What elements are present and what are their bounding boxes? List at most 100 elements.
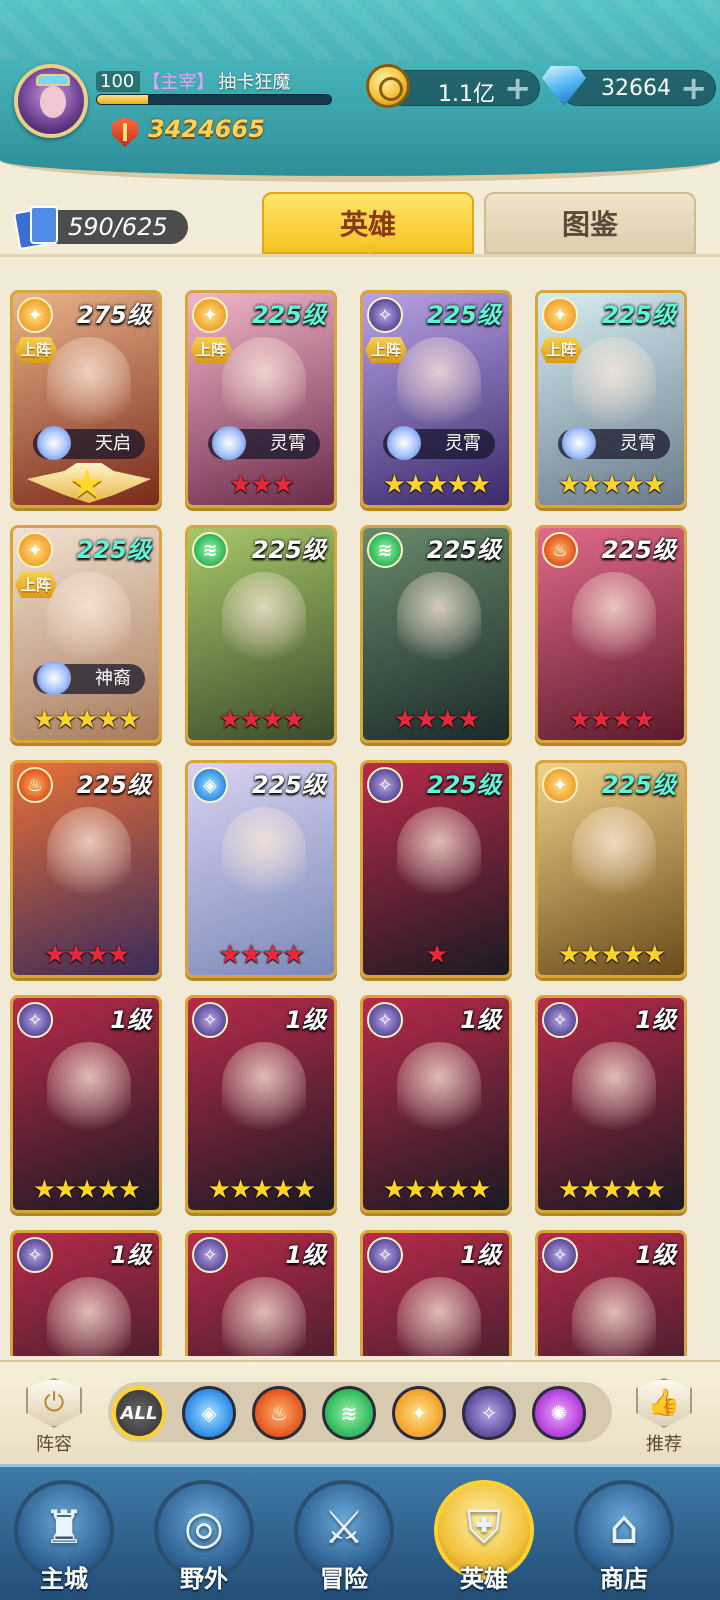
recommend-button[interactable]: 👍 推荐	[624, 1378, 704, 1456]
star-rating: ★★★★	[218, 940, 305, 970]
combat-power: 3424665	[148, 115, 265, 143]
faction-badge: 灵霄	[208, 426, 320, 460]
hero-figure	[397, 1277, 481, 1356]
hero-card[interactable]: ✦ 225级 上阵 灵霄 ★★★★★	[535, 290, 687, 508]
hero-figure	[572, 807, 656, 907]
lineup-icon: ⏻	[26, 1378, 82, 1428]
lineup-button[interactable]: ⏻ 阵容	[14, 1378, 94, 1456]
player-title: 【主宰】	[142, 72, 215, 93]
filter-light-button[interactable]: ✦	[392, 1386, 446, 1440]
hero-level: 1级	[635, 1241, 676, 1269]
nav-shop-button[interactable]: ⌂ 商店	[564, 1476, 684, 1600]
cards-icon	[12, 204, 62, 251]
filter-all-button[interactable]: ALL	[112, 1386, 166, 1440]
hero-card[interactable]: ✦ 225级 上阵 灵霄 ★★★	[185, 290, 337, 508]
hero-level: 225级	[601, 536, 676, 564]
filter-nature-button[interactable]: ≋	[322, 1386, 376, 1440]
faction-icon	[562, 426, 596, 460]
filter-water-button[interactable]: ◈	[182, 1386, 236, 1440]
star-rating: ★★★★	[218, 705, 305, 735]
hero-level: 225级	[601, 771, 676, 799]
star-rating: ★★★★★	[207, 1175, 317, 1205]
hero-level: 225级	[426, 301, 501, 329]
star-rating: ★★★★	[568, 705, 655, 735]
nav-helmet-button[interactable]: ⛨ 英雄	[424, 1476, 544, 1600]
hero-figure	[397, 572, 481, 672]
faction-label: 灵霄	[445, 433, 481, 454]
deployed-badge: 上阵	[15, 572, 57, 598]
hero-card[interactable]: ✧ 225级 ★	[360, 760, 512, 978]
add-gems-button[interactable]: +	[680, 71, 707, 105]
dark-element-icon: ✧	[542, 1002, 578, 1038]
hero-card[interactable]: ✧ 1级 ★★★★★	[10, 995, 162, 1213]
player-avatar[interactable]	[14, 64, 88, 138]
hero-figure	[397, 337, 481, 437]
nav-glyph: ⚔	[323, 1500, 365, 1554]
hero-level: 225级	[426, 536, 501, 564]
add-gold-button[interactable]: +	[504, 71, 531, 105]
filter-dark-button[interactable]: ✧	[462, 1386, 516, 1440]
hero-figure	[47, 337, 131, 437]
faction-badge: 天启	[33, 426, 145, 460]
deployed-badge: 上阵	[190, 337, 232, 363]
faction-badge: 神裔	[33, 661, 145, 695]
nav-castle-button[interactable]: ♜ 主城	[4, 1476, 124, 1600]
hero-card[interactable]: ✧ 1级	[185, 1230, 337, 1356]
hero-level: 1级	[635, 1006, 676, 1034]
hero-level: 225级	[76, 536, 151, 564]
hero-level: 275级	[76, 301, 151, 329]
hero-card[interactable]: ✧ 1级 ★★★★★	[185, 995, 337, 1213]
hero-card[interactable]: ✧ 225级 上阵 灵霄 ★★★★★	[360, 290, 512, 508]
hero-card[interactable]: ✧ 1级	[10, 1230, 162, 1356]
hero-card[interactable]: ✧ 1级 ★★★★★	[360, 995, 512, 1213]
hero-card[interactable]: ♨ 225级 ★★★★	[535, 525, 687, 743]
hero-card[interactable]: ✦ 225级 上阵 神裔 ★★★★★	[10, 525, 162, 743]
hero-card[interactable]: ♨ 225级 ★★★★	[10, 760, 162, 978]
hero-card[interactable]: ✦ 225级 ★★★★★	[535, 760, 687, 978]
hero-grid[interactable]: ✦ 275级 上阵 天启 ★ ✦ 225级 上阵 灵霄 ★★★ ✧ 225级 上阵 灵霄 ★★★★★ ✦ 225…	[10, 290, 710, 1356]
hero-level: 225级	[251, 301, 326, 329]
hero-level: 1级	[110, 1241, 151, 1269]
star-rating: ★★★★★	[557, 940, 667, 970]
nav-glyph: ◎	[183, 1500, 225, 1554]
nav-glyph: ⌂	[609, 1500, 639, 1554]
filter-void-button[interactable]: ✺	[532, 1386, 586, 1440]
gold-star-icon: ★	[69, 461, 105, 507]
tab-heroes[interactable]: 英雄	[262, 192, 474, 254]
gem-amount: 32664	[601, 76, 671, 101]
hero-level: 225级	[251, 771, 326, 799]
deployed-badge: 上阵	[540, 337, 582, 363]
hero-card[interactable]: ✧ 1级 ★★★★★	[535, 995, 687, 1213]
filter-fire-button[interactable]: ♨	[252, 1386, 306, 1440]
hero-figure	[47, 1277, 131, 1356]
hero-card[interactable]: ✧ 1级	[360, 1230, 512, 1356]
hero-card[interactable]: ≋ 225级 ★★★★	[360, 525, 512, 743]
lineup-label: 阵容	[36, 1434, 72, 1455]
faction-label: 灵霄	[270, 433, 306, 454]
fire-element-icon: ♨	[17, 767, 53, 803]
hero-card[interactable]: ≋ 225级 ★★★★	[185, 525, 337, 743]
star-rating: ★★★	[229, 470, 295, 500]
hero-card[interactable]: ✧ 1级	[535, 1230, 687, 1356]
dark-element-icon: ✧	[192, 1237, 228, 1273]
faction-icon	[37, 661, 71, 695]
nav-sword-button[interactable]: ⚔ 冒险	[284, 1476, 404, 1600]
light-element-icon: ✦	[17, 532, 53, 568]
tab-codex[interactable]: 图鉴	[484, 192, 696, 254]
nav-glyph: ♜	[43, 1500, 85, 1554]
hero-level: 225级	[251, 536, 326, 564]
dark-element-icon: ✧	[542, 1237, 578, 1273]
nav-portal-button[interactable]: ◎ 野外	[144, 1476, 264, 1600]
faction-badge: 灵霄	[558, 426, 670, 460]
hero-figure	[572, 1042, 656, 1142]
dark-element-icon: ✧	[367, 767, 403, 803]
hero-card[interactable]: ✦ 275级 上阵 天启 ★	[10, 290, 162, 508]
hero-card[interactable]: ◈ 225级 ★★★★	[185, 760, 337, 978]
hero-figure	[572, 1277, 656, 1356]
dark-element-icon: ✧	[192, 1002, 228, 1038]
faction-icon	[212, 426, 246, 460]
hero-figure	[222, 572, 306, 672]
star-rating: ★★★★★	[557, 1175, 667, 1205]
hero-figure	[222, 1277, 306, 1356]
water-element-icon: ◈	[192, 767, 228, 803]
